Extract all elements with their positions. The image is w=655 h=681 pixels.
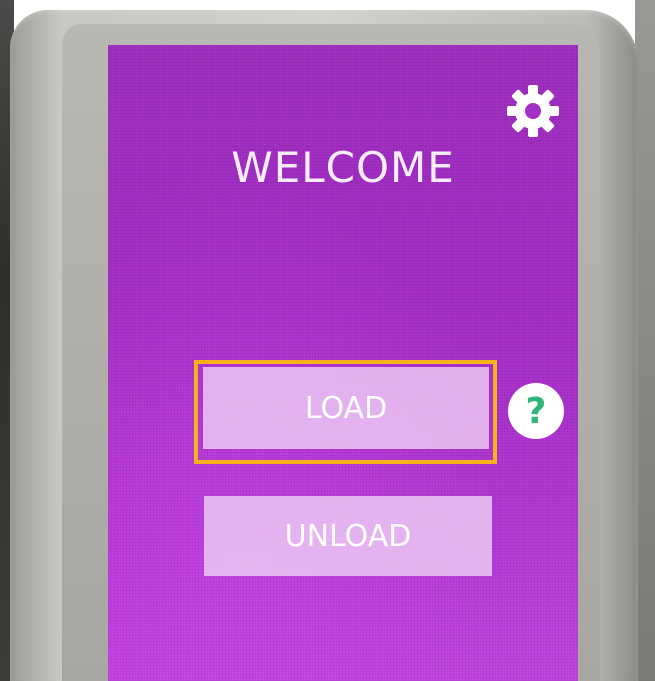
load-button-label: LOAD [304,390,388,426]
touch-screen: WELCOME LOAD ? UNLOAD [108,45,578,681]
question-mark-icon: ? [525,390,547,432]
photo-frame: WELCOME LOAD ? UNLOAD [0,0,655,681]
load-button[interactable]: LOAD [203,367,489,449]
settings-button[interactable] [505,83,561,139]
background-right [635,0,655,681]
unload-button[interactable]: UNLOAD [204,496,492,576]
help-button[interactable]: ? [508,383,564,439]
gear-icon [507,85,559,137]
welcome-title: WELCOME [231,143,455,192]
unload-button-label: UNLOAD [284,518,412,554]
